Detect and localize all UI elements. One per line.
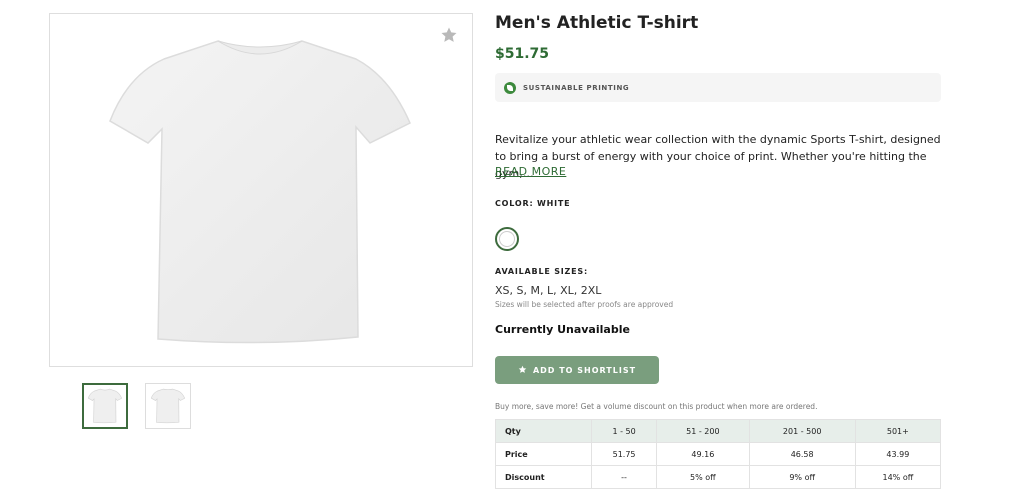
sizes-note: Sizes will be selected after proofs are …	[495, 300, 674, 309]
leaf-icon	[504, 81, 516, 94]
star-icon	[518, 365, 527, 376]
sizes-label: AVAILABLE SIZES:	[495, 267, 588, 276]
thumbnail-back[interactable]	[145, 383, 191, 429]
table-header-cell: 51 - 200	[656, 419, 750, 443]
table-cell: 43.99	[854, 442, 942, 466]
sustainable-badge: SUSTAINABLE PRINTING	[495, 73, 941, 102]
table-header-cell: 201 - 500	[748, 419, 856, 443]
sustainable-label: SUSTAINABLE PRINTING	[523, 83, 630, 92]
table-cell: --	[590, 465, 658, 489]
table-header-cell: Qty	[495, 419, 592, 443]
read-more-link[interactable]: READ MORE	[495, 165, 566, 178]
availability-status: Currently Unavailable	[495, 323, 630, 336]
product-main-image	[49, 13, 473, 367]
table-cell: Price	[495, 442, 592, 466]
table-row: Price 51.75 49.16 46.58 43.99	[495, 442, 942, 466]
table-header-cell: 501+	[854, 419, 942, 443]
table-cell: 46.58	[748, 442, 856, 466]
sizes-value: XS, S, M, L, XL, 2XL	[495, 284, 602, 297]
thumbnail-front[interactable]	[82, 383, 128, 429]
table-header-row: Qty 1 - 50 51 - 200 201 - 500 501+	[495, 419, 942, 443]
table-cell: 5% off	[656, 465, 750, 489]
bulk-discount-note: Buy more, save more! Get a volume discou…	[495, 402, 818, 411]
add-to-shortlist-button[interactable]: ADD TO SHORTLIST	[495, 356, 659, 384]
bulk-pricing-table: Qty 1 - 50 51 - 200 201 - 500 501+ Price…	[495, 419, 942, 489]
table-row: Discount -- 5% off 9% off 14% off	[495, 465, 942, 489]
table-cell: 51.75	[590, 442, 658, 466]
table-cell: 49.16	[656, 442, 750, 466]
color-label: COLOR: WHITE	[495, 199, 571, 208]
product-title: Men's Athletic T-shirt	[495, 13, 699, 33]
star-icon[interactable]	[440, 26, 458, 44]
table-header-cell: 1 - 50	[590, 419, 658, 443]
table-cell: 9% off	[748, 465, 856, 489]
table-cell: 14% off	[854, 465, 942, 489]
color-swatch-white[interactable]	[495, 227, 519, 251]
tshirt-image	[109, 40, 411, 344]
table-cell: Discount	[495, 465, 592, 489]
product-price: $51.75	[495, 46, 550, 62]
shortlist-label: ADD TO SHORTLIST	[532, 365, 637, 375]
